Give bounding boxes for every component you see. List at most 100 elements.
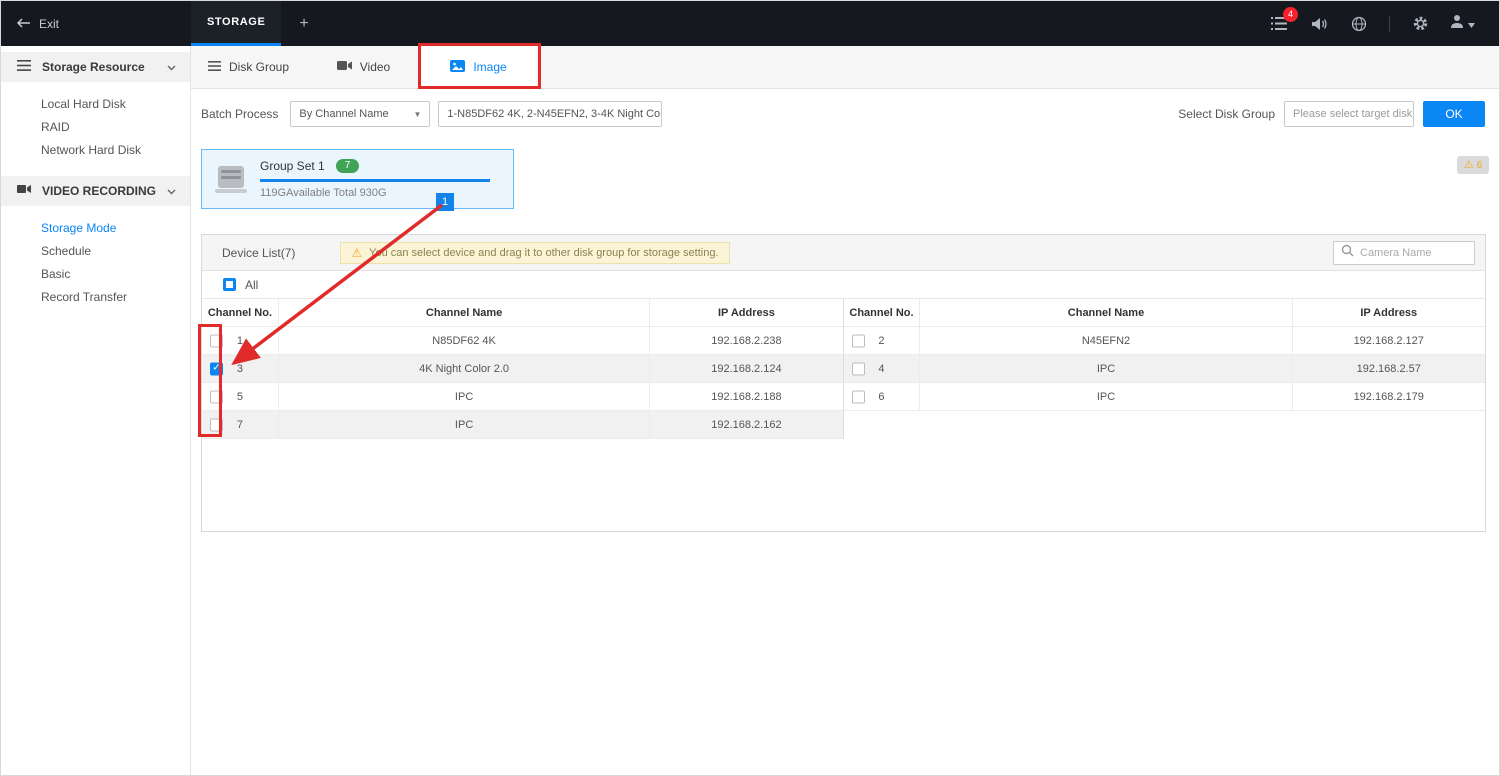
target-disk-select[interactable]: Please select target disk ... ▼ bbox=[1284, 101, 1414, 127]
channel-no: 6 bbox=[878, 391, 884, 403]
alarm-count-flag[interactable]: ⚠ 6 bbox=[1457, 156, 1489, 174]
capacity-text: 119GAvailable Total 930G bbox=[260, 187, 499, 199]
sidebar-item-label: Storage Mode bbox=[41, 221, 116, 235]
select-value: By Channel Name bbox=[299, 108, 388, 120]
user-icon bbox=[1450, 14, 1464, 34]
drag-order-badge: 1 bbox=[436, 193, 454, 211]
tab-storage-label: STORAGE bbox=[207, 16, 265, 28]
tab-label: Image bbox=[473, 60, 506, 74]
search-input[interactable] bbox=[1360, 247, 1467, 259]
hard-disk-icon bbox=[202, 163, 260, 195]
content-tab-bar: Disk Group Video Image bbox=[191, 46, 1499, 89]
device-list-title: Device List(7) bbox=[222, 246, 295, 260]
table-row[interactable]: 1 N85DF62 4K 192.168.2.238 bbox=[202, 327, 843, 355]
tab-image[interactable]: Image bbox=[421, 46, 536, 88]
select-value: 1-N85DF62 4K, 2-N45EFN2, 3-4K Night Co..… bbox=[447, 108, 662, 120]
capacity-progress-bar bbox=[260, 179, 490, 182]
plus-icon: + bbox=[299, 15, 308, 33]
warning-triangle-icon: ⚠ bbox=[351, 247, 362, 259]
alarm-icon[interactable] bbox=[1309, 14, 1329, 34]
sidebar-item-record-transfer[interactable]: Record Transfer bbox=[1, 285, 190, 308]
tab-label: Video bbox=[360, 60, 390, 74]
tab-disk-group[interactable]: Disk Group bbox=[191, 46, 306, 88]
user-menu[interactable] bbox=[1450, 14, 1475, 34]
device-tables: Channel No. Channel Name IP Address 1 N8… bbox=[202, 299, 1485, 439]
channel-no: 2 bbox=[878, 335, 884, 347]
row-checkbox[interactable] bbox=[852, 390, 865, 403]
column-header-channel-no: Channel No. bbox=[202, 299, 279, 326]
ip-address: 192.168.2.127 bbox=[1293, 327, 1485, 354]
top-bar: Exit STORAGE + 4 bbox=[1, 1, 1499, 46]
add-tab-button[interactable]: + bbox=[281, 1, 326, 46]
select-all-checkbox[interactable] bbox=[223, 278, 236, 291]
batch-mode-select[interactable]: By Channel Name ▼ bbox=[290, 101, 430, 127]
table-row[interactable]: 3 4K Night Color 2.0 192.168.2.124 bbox=[202, 355, 843, 383]
sidebar-section-video-recording[interactable]: VIDEO RECORDING bbox=[1, 176, 190, 206]
disk-group-title: Group Set 1 bbox=[260, 159, 325, 173]
network-globe-icon[interactable] bbox=[1349, 14, 1369, 34]
device-list-header: Device List(7) ⚠ You can select device a… bbox=[202, 235, 1485, 271]
row-checkbox[interactable] bbox=[210, 334, 223, 347]
sidebar: Storage Resource Local Hard Disk RAID Ne… bbox=[1, 46, 191, 775]
sidebar-item-label: Local Hard Disk bbox=[41, 97, 126, 111]
channel-name: N45EFN2 bbox=[920, 327, 1292, 354]
search-icon bbox=[1341, 244, 1354, 262]
row-checkbox[interactable] bbox=[210, 418, 223, 431]
device-table-left: Channel No. Channel Name IP Address 1 N8… bbox=[202, 299, 844, 439]
ip-address: 192.168.2.124 bbox=[650, 355, 842, 382]
topbar-icons: 4 bbox=[1269, 1, 1499, 46]
sidebar-item-network-hard-disk[interactable]: Network Hard Disk bbox=[1, 138, 190, 161]
tab-storage[interactable]: STORAGE bbox=[191, 1, 281, 46]
row-checkbox[interactable] bbox=[852, 334, 865, 347]
device-list-panel: Device List(7) ⚠ You can select device a… bbox=[201, 234, 1486, 532]
sidebar-item-raid[interactable]: RAID bbox=[1, 115, 190, 138]
row-checkbox[interactable] bbox=[210, 390, 223, 403]
event-count-badge: 4 bbox=[1283, 7, 1298, 22]
row-checkbox[interactable] bbox=[852, 362, 865, 375]
sidebar-item-storage-mode[interactable]: Storage Mode bbox=[1, 216, 190, 239]
disk-card-main: Group Set 1 7 119GAvailable Total 930G bbox=[260, 159, 513, 199]
image-icon bbox=[450, 60, 465, 75]
sidebar-item-basic[interactable]: Basic bbox=[1, 262, 190, 285]
chevron-down-icon bbox=[167, 58, 176, 76]
tab-video[interactable]: Video bbox=[306, 46, 421, 88]
toolbar: Batch Process By Channel Name ▼ 1-N85DF6… bbox=[201, 101, 1485, 127]
exit-button[interactable]: Exit bbox=[1, 1, 191, 46]
alarm-count: 6 bbox=[1477, 160, 1483, 171]
channel-no: 4 bbox=[878, 363, 884, 375]
channel-no: 5 bbox=[237, 391, 243, 403]
table-row[interactable]: 5 IPC 192.168.2.188 bbox=[202, 383, 843, 411]
channel-name: IPC bbox=[279, 411, 650, 438]
column-header-ip: IP Address bbox=[650, 299, 842, 326]
channel-count-badge: 7 bbox=[336, 159, 360, 173]
table-header-row: Channel No. Channel Name IP Address bbox=[202, 299, 843, 327]
chevron-down-icon bbox=[1468, 15, 1475, 33]
toolbar-right-group: Select Disk Group Please select target d… bbox=[1178, 101, 1485, 127]
sidebar-item-label: Basic bbox=[41, 267, 70, 281]
table-row[interactable]: 4 IPC 192.168.2.57 bbox=[844, 355, 1486, 383]
settings-gear-icon[interactable] bbox=[1410, 14, 1430, 34]
ip-address: 192.168.2.162 bbox=[650, 411, 842, 438]
sidebar-item-label: Schedule bbox=[41, 244, 91, 258]
channel-no: 1 bbox=[237, 335, 243, 347]
ok-button[interactable]: OK bbox=[1423, 101, 1485, 127]
sidebar-item-local-hard-disk[interactable]: Local Hard Disk bbox=[1, 92, 190, 115]
table-row[interactable]: 7 IPC 192.168.2.162 bbox=[202, 411, 843, 439]
table-row[interactable]: 6 IPC 192.168.2.179 bbox=[844, 383, 1486, 411]
video-recording-icon bbox=[17, 182, 31, 200]
section-label: VIDEO RECORDING bbox=[42, 184, 156, 198]
event-list-icon[interactable]: 4 bbox=[1269, 14, 1289, 34]
table-row[interactable]: 2 N45EFN2 192.168.2.127 bbox=[844, 327, 1486, 355]
select-all-label: All bbox=[245, 278, 258, 292]
disk-group-card[interactable]: Group Set 1 7 119GAvailable Total 930G bbox=[201, 149, 514, 209]
chevron-down-icon: ▼ bbox=[413, 110, 421, 119]
channel-name: IPC bbox=[920, 383, 1292, 410]
channels-select[interactable]: 1-N85DF62 4K, 2-N45EFN2, 3-4K Night Co..… bbox=[438, 101, 662, 127]
app-window: Exit STORAGE + 4 bbox=[0, 0, 1500, 776]
back-arrow-icon bbox=[17, 17, 31, 31]
sidebar-section-storage-resource[interactable]: Storage Resource bbox=[1, 52, 190, 82]
sidebar-item-schedule[interactable]: Schedule bbox=[1, 239, 190, 262]
row-checkbox[interactable] bbox=[210, 362, 223, 375]
channel-no: 7 bbox=[237, 419, 243, 431]
video-camera-icon bbox=[337, 60, 352, 74]
